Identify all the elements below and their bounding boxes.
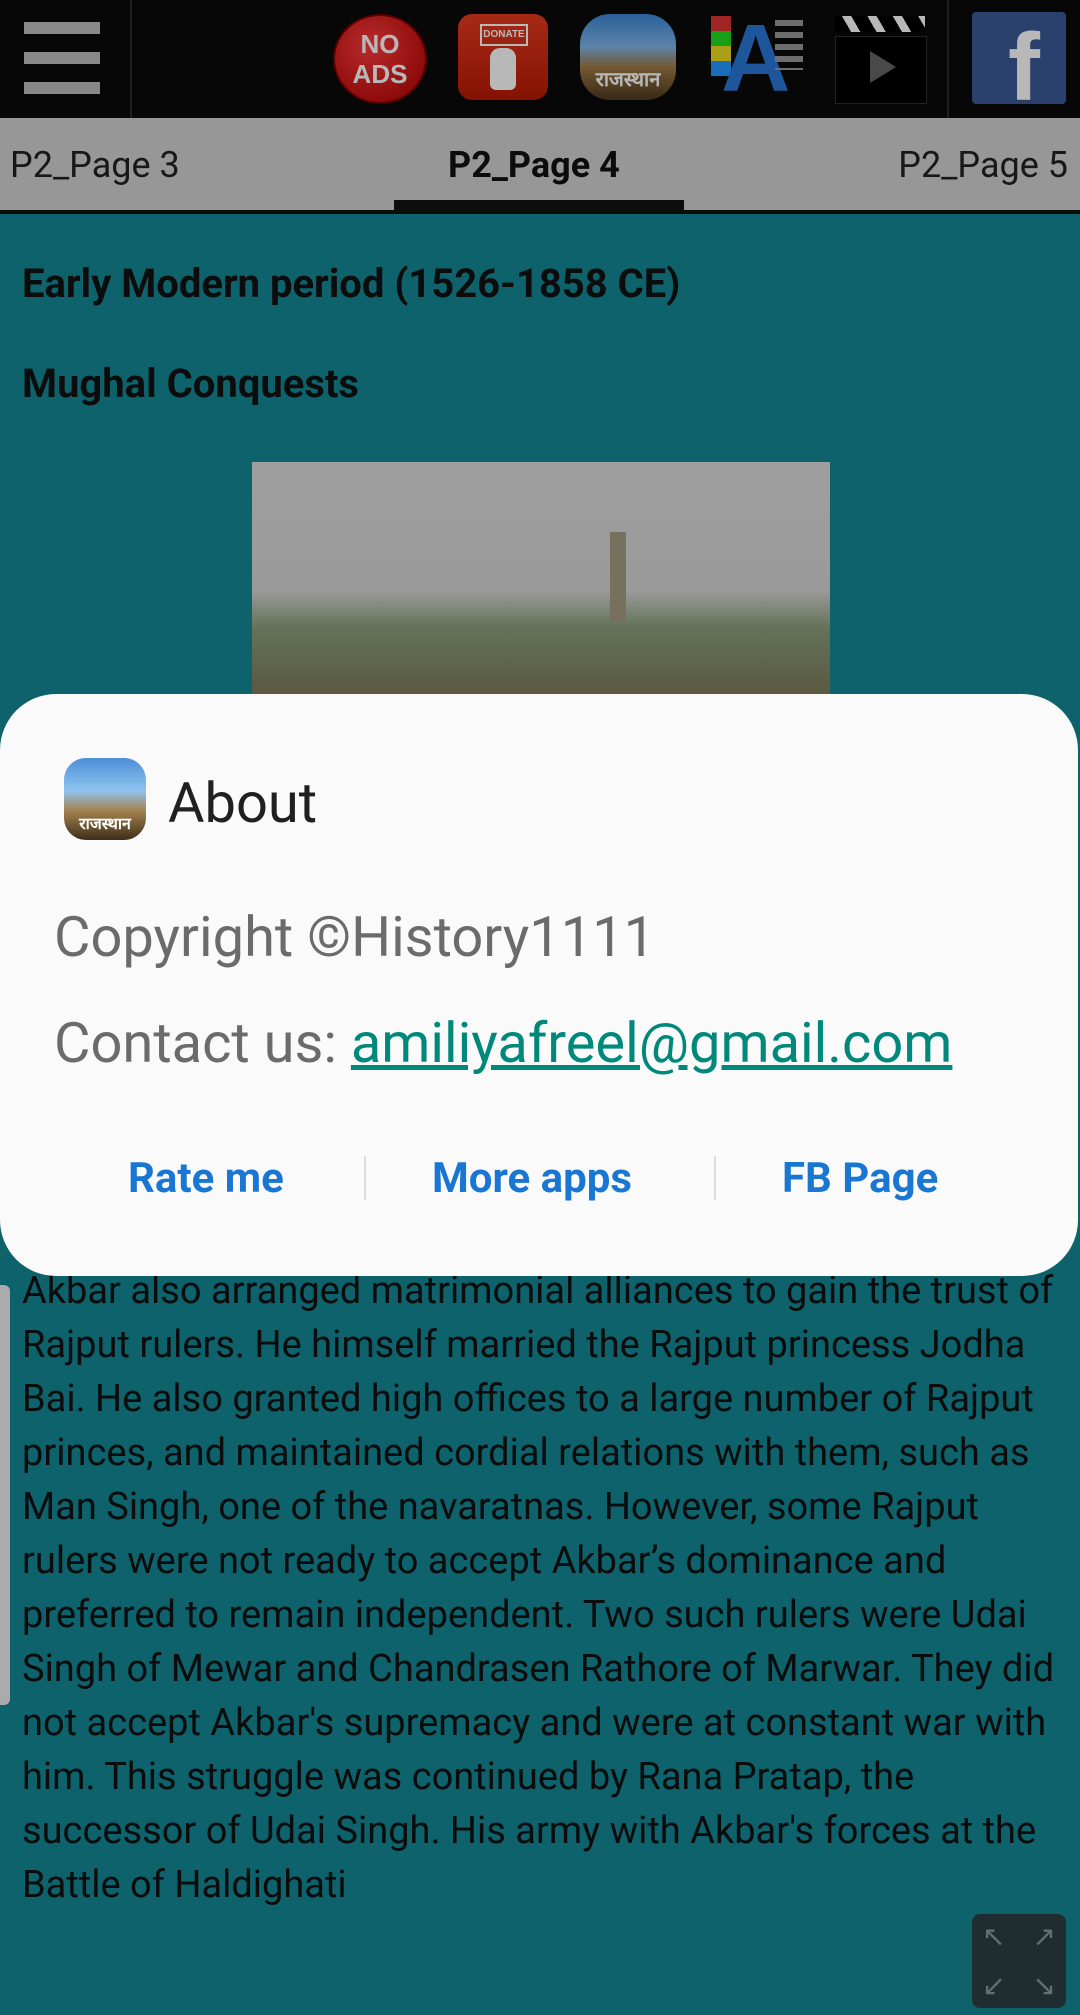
fb-page-button[interactable]: FB Page [782, 1154, 938, 1203]
app-icon: राजस्थान [64, 758, 146, 840]
copyright-text: Copyright ©History1111 [54, 904, 656, 970]
button-separator [364, 1156, 366, 1200]
rate-me-button[interactable]: Rate me [128, 1154, 284, 1203]
button-separator [714, 1156, 716, 1200]
dialog-title: About [168, 770, 318, 836]
contact-label: Contact us: [54, 1010, 351, 1076]
more-apps-button[interactable]: More apps [432, 1154, 632, 1203]
about-dialog: राजस्थान About Copyright ©History1111 Co… [0, 694, 1078, 1276]
email-link[interactable]: amiliyafreel@gmail.com [351, 1010, 953, 1076]
contact-line: Contact us: amiliyafreel@gmail.com [54, 1010, 952, 1076]
